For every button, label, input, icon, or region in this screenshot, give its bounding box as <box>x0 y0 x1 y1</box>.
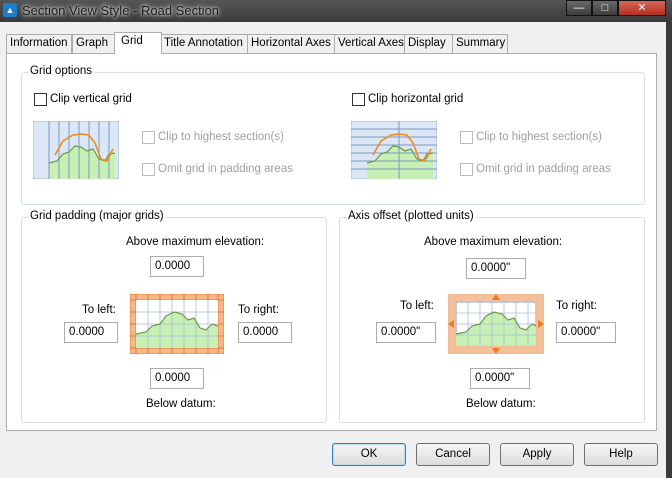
clip-vertical-grid-checkbox[interactable] <box>34 93 47 106</box>
ao-left-input[interactable]: 0.0000" <box>376 322 436 343</box>
grid-options-group: Grid options Clip vertical grid Clip to … <box>21 65 645 205</box>
horizontal-grid-preview <box>351 121 437 179</box>
ao-above-input[interactable]: 0.0000" <box>466 258 526 279</box>
maximize-button[interactable]: □ <box>592 0 618 16</box>
grid-padding-group: Grid padding (major grids) Above maximum… <box>21 210 327 423</box>
gp-right-input[interactable]: 0.0000 <box>238 322 292 343</box>
gp-above-input[interactable]: 0.0000 <box>150 256 204 277</box>
tab-title-annotation[interactable]: Title Annotation <box>160 34 249 53</box>
minimize-button[interactable]: — <box>566 0 592 16</box>
dialog: Information Graph Grid Title Annotation … <box>0 22 666 478</box>
ao-above-label: Above maximum elevation: <box>424 236 563 248</box>
tab-grid[interactable]: Grid <box>114 32 162 54</box>
clip-highest-left-label: Clip to highest section(s) <box>158 131 284 143</box>
grid-padding-preview <box>130 294 224 354</box>
tab-graph[interactable]: Graph <box>72 34 116 53</box>
grid-options-label: Grid options <box>28 65 95 77</box>
tab-horizontal-axes[interactable]: Horizontal Axes <box>247 34 336 53</box>
window-edge <box>666 22 672 478</box>
vertical-grid-preview <box>33 121 119 179</box>
gp-below-input[interactable]: 0.0000 <box>150 368 204 389</box>
gp-below-label: Below datum: <box>146 398 216 410</box>
grid-padding-label: Grid padding (major grids) <box>28 210 166 222</box>
tab-vertical-axes[interactable]: Vertical Axes <box>334 34 406 53</box>
omit-padding-right-label: Omit grid in padding areas <box>476 163 611 175</box>
clip-highest-right-checkbox[interactable] <box>460 131 473 144</box>
app-icon: ▲ <box>3 3 17 17</box>
axis-offset-group: Axis offset (plotted units) Above maximu… <box>339 210 645 423</box>
clip-highest-left-checkbox[interactable] <box>142 131 155 144</box>
gp-left-label: To left: <box>82 304 116 316</box>
title-bar: ▲ Section View Style - Road Section — □ … <box>0 0 672 22</box>
axis-offset-preview <box>448 294 544 354</box>
cancel-button[interactable]: Cancel <box>416 443 490 466</box>
window-title: Section View Style - Road Section <box>22 3 220 18</box>
gp-right-label: To right: <box>238 304 279 316</box>
close-button[interactable]: ✕ <box>618 0 666 16</box>
tab-information[interactable]: Information <box>6 34 72 53</box>
clip-vertical-grid-label[interactable]: Clip vertical grid <box>50 93 132 105</box>
ao-below-label: Below datum: <box>466 398 536 410</box>
gp-left-input[interactable]: 0.0000 <box>64 322 118 343</box>
gp-above-label: Above maximum elevation: <box>126 236 265 248</box>
tab-summary[interactable]: Summary <box>452 34 508 53</box>
ao-right-input[interactable]: 0.0000" <box>556 322 616 343</box>
axis-offset-label: Axis offset (plotted units) <box>346 210 476 222</box>
omit-padding-right-checkbox[interactable] <box>460 163 473 176</box>
ao-left-label: To left: <box>400 300 434 312</box>
apply-button[interactable]: Apply <box>500 443 574 466</box>
ao-below-input[interactable]: 0.0000" <box>470 368 530 389</box>
clip-horizontal-grid-checkbox[interactable] <box>352 93 365 106</box>
grid-tab-panel: Grid options Clip vertical grid Clip to … <box>6 53 657 431</box>
clip-highest-right-label: Clip to highest section(s) <box>476 131 602 143</box>
help-button[interactable]: Help <box>584 443 658 466</box>
omit-padding-left-checkbox[interactable] <box>142 163 155 176</box>
tab-display[interactable]: Display <box>404 34 453 53</box>
clip-horizontal-grid-label[interactable]: Clip horizontal grid <box>368 93 463 105</box>
ao-right-label: To right: <box>556 300 597 312</box>
omit-padding-left-label: Omit grid in padding areas <box>158 163 293 175</box>
ok-button[interactable]: OK <box>332 443 406 466</box>
